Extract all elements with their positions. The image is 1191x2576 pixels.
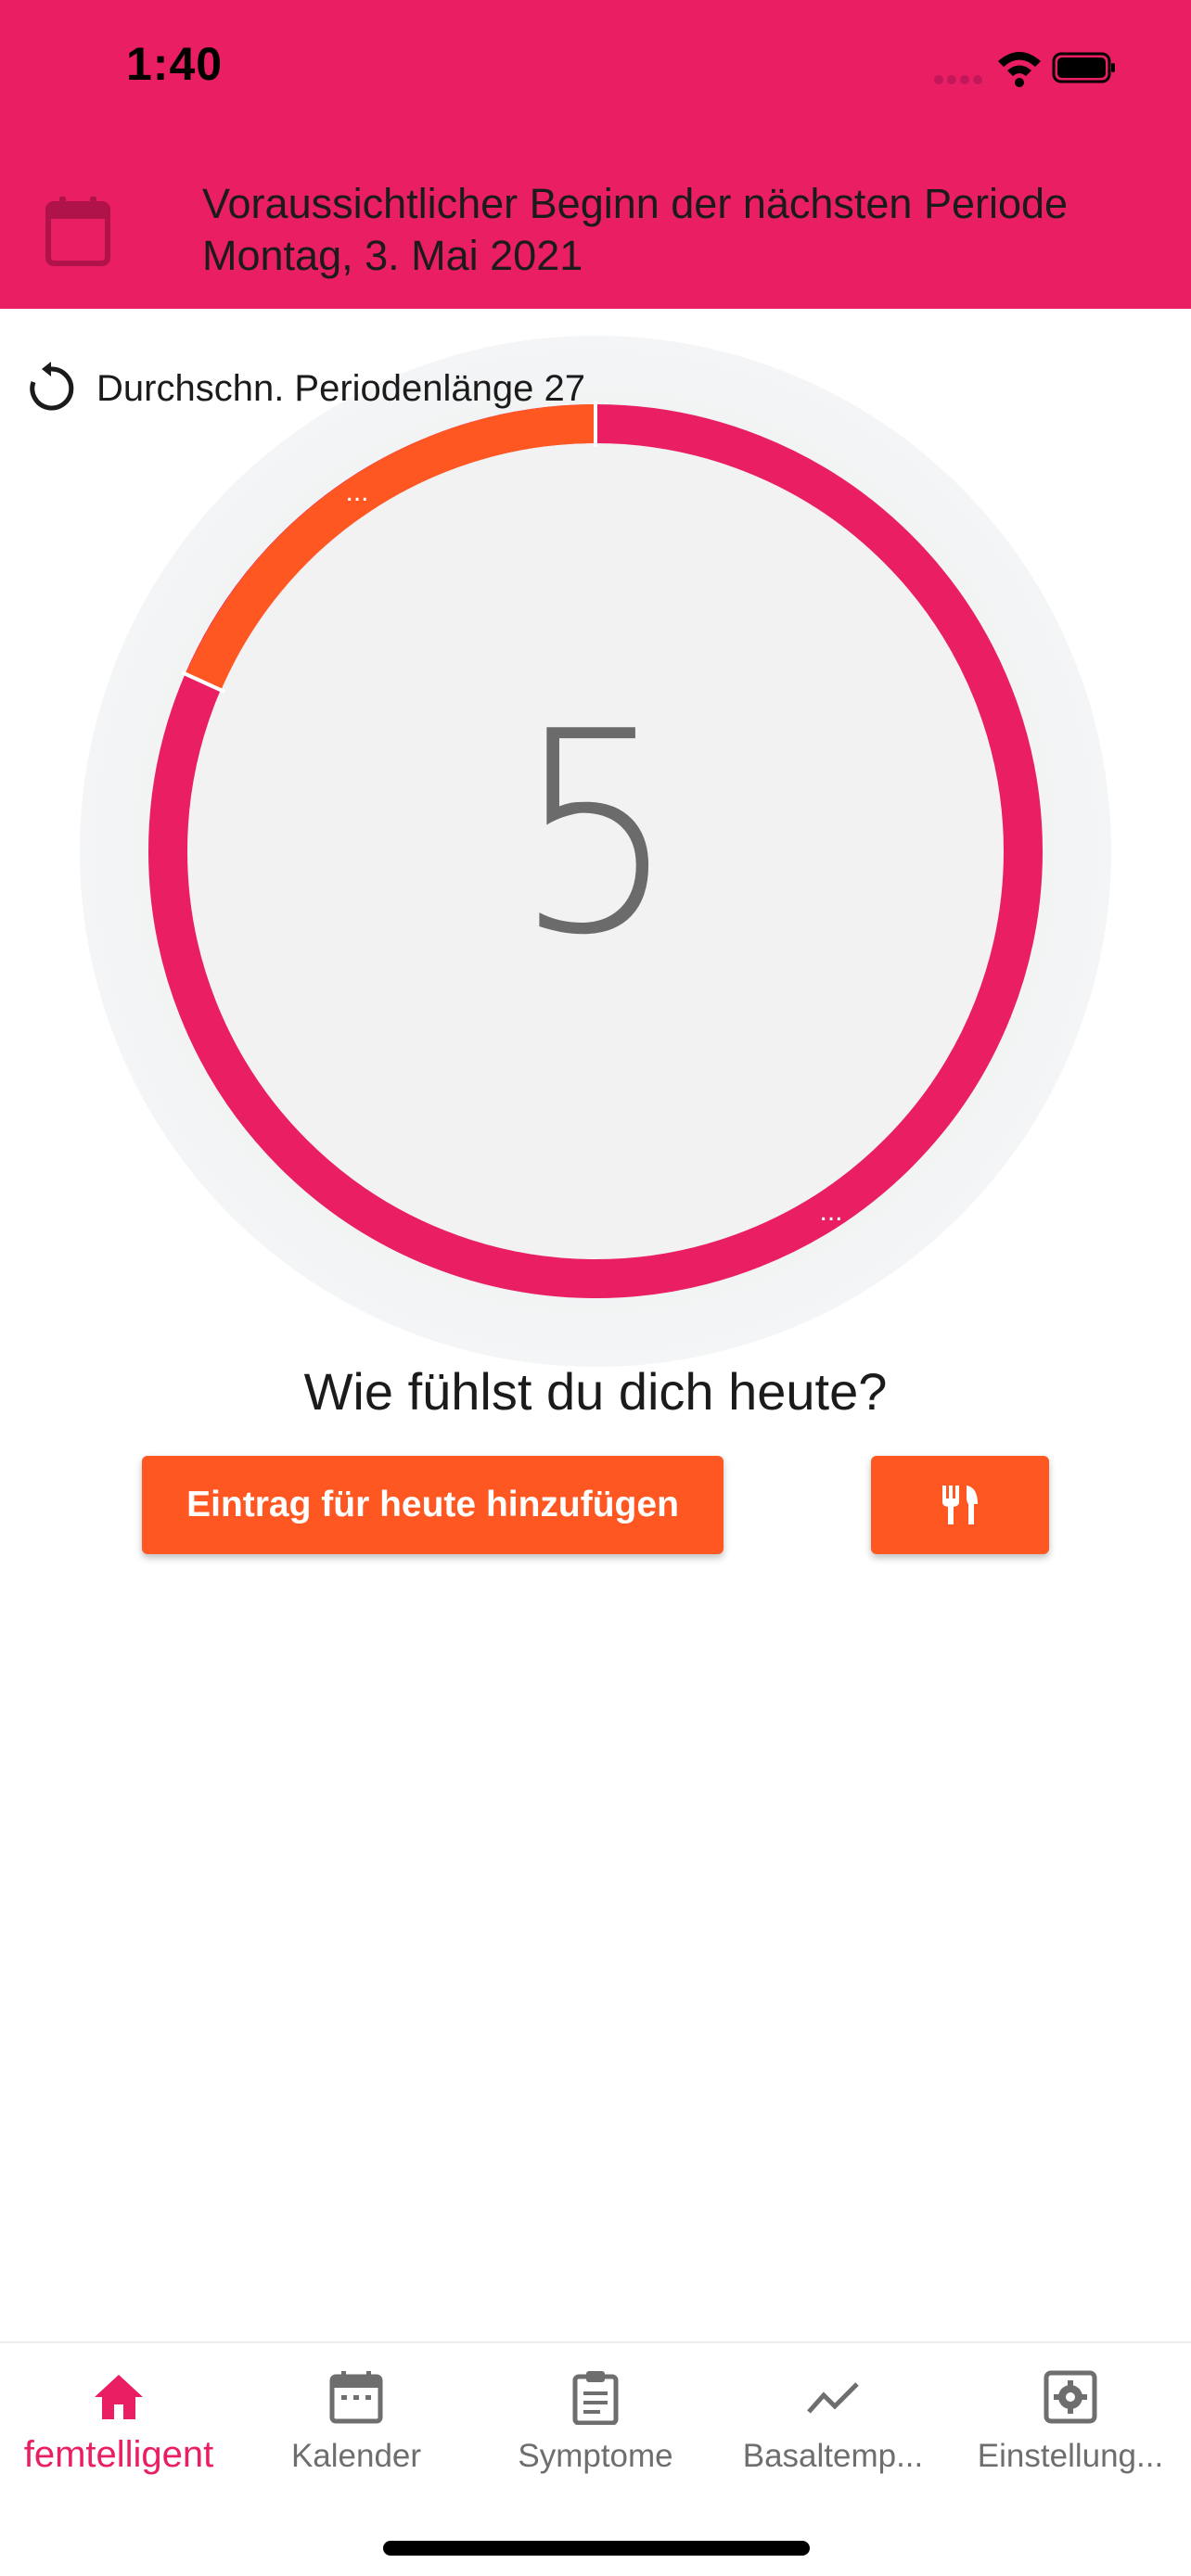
- nav-item-basal-temp[interactable]: Basaltemp...: [714, 2343, 952, 2510]
- home-icon: [95, 2375, 143, 2419]
- average-cycle-label: Durchschn. Periodenlänge 27: [96, 367, 586, 409]
- nav-label-basal-temp: Basaltemp...: [742, 2438, 924, 2474]
- cutlery-icon: [942, 1486, 978, 1524]
- mood-question: Wie fühlst du dich heute?: [303, 1362, 888, 1421]
- nav-item-settings[interactable]: Einstellung...: [952, 2343, 1189, 2510]
- phase-marker: ...: [819, 1196, 842, 1227]
- nav-item-symptoms[interactable]: Symptome: [477, 2343, 714, 2510]
- clipboard-icon: [572, 2371, 619, 2425]
- nav-label-settings: Einstellung...: [977, 2438, 1164, 2474]
- trend-icon: [807, 2382, 859, 2414]
- refresh-icon[interactable]: [24, 362, 78, 415]
- settings-icon: [1044, 2370, 1097, 2424]
- nav-item-calendar[interactable]: Kalender: [237, 2343, 475, 2510]
- food-button[interactable]: [871, 1456, 1049, 1554]
- nav-label-home: femtelligent: [23, 2434, 214, 2475]
- phase-marker: ...: [345, 477, 368, 507]
- average-cycle-row[interactable]: Durchschn. Periodenlänge 27: [24, 356, 585, 421]
- nav-label-symptoms: Symptome: [518, 2438, 673, 2474]
- calendar-icon: [329, 2371, 383, 2424]
- nav-label-calendar: Kalender: [290, 2438, 422, 2474]
- nav-item-home[interactable]: femtelligent: [0, 2343, 237, 2510]
- cycle-day-number: 5: [514, 672, 677, 996]
- home-indicator[interactable]: [383, 2541, 810, 2556]
- add-entry-button[interactable]: Eintrag für heute hinzufügen: [142, 1456, 724, 1554]
- app-screen: 1:40 Voraussichtlicher Beginn der nächst…: [0, 0, 1191, 2576]
